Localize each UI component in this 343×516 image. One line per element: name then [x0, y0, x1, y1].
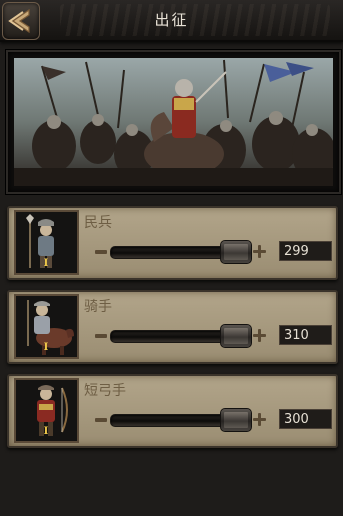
unit-name: 短弓手 — [84, 383, 126, 399]
banner-frame — [6, 50, 341, 194]
slider-handle[interactable] — [220, 240, 252, 264]
tier-badge: I — [43, 426, 49, 437]
increase-button[interactable] — [253, 413, 266, 426]
slider-handle[interactable] — [220, 408, 252, 432]
unit-row-militia: I 民兵 299 — [7, 206, 338, 280]
top-bar: 出征 — [0, 0, 343, 42]
quantity-field[interactable]: 310 — [279, 325, 332, 345]
tier-badge: I — [43, 342, 49, 353]
battle-scene-illustration — [14, 58, 333, 186]
decrease-button[interactable] — [95, 250, 107, 254]
unit-portrait: I — [14, 378, 79, 443]
unit-row-rider: I 骑手 310 — [7, 290, 338, 364]
unit-name: 骑手 — [84, 299, 112, 315]
unit-name: 民兵 — [84, 215, 112, 231]
quantity-field[interactable]: 300 — [279, 409, 332, 429]
slider-handle[interactable] — [220, 324, 252, 348]
increase-button[interactable] — [253, 329, 266, 342]
unit-row-bowman: I 短弓手 300 — [7, 374, 338, 448]
unit-portrait: I — [14, 294, 79, 359]
decrease-button[interactable] — [95, 418, 107, 422]
unit-portrait: I — [14, 210, 79, 275]
quantity-field[interactable]: 299 — [279, 241, 332, 261]
page-title: 出征 — [154, 11, 189, 29]
decrease-button[interactable] — [95, 334, 107, 338]
increase-button[interactable] — [253, 245, 266, 258]
tier-badge: I — [43, 258, 49, 269]
